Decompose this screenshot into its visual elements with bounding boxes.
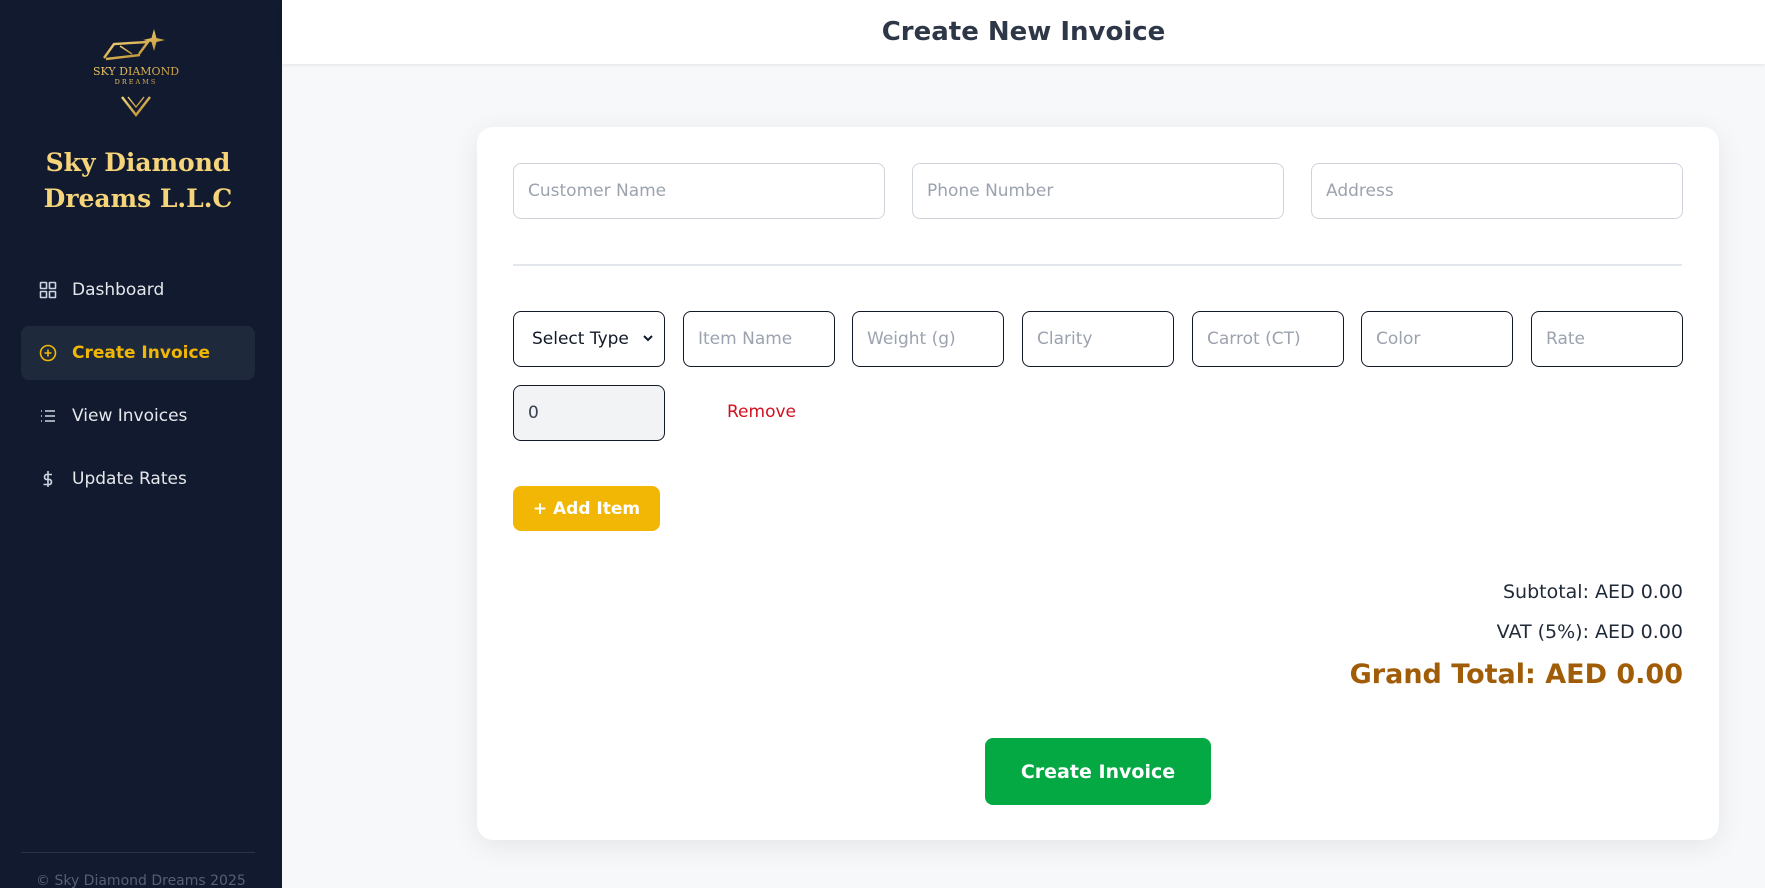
sidebar-item-view-invoices[interactable]: View Invoices: [21, 389, 255, 443]
page-header: Create New Invoice: [282, 0, 1765, 64]
dollar-icon: [39, 470, 57, 488]
create-invoice-button[interactable]: Create Invoice: [985, 738, 1211, 805]
item-type-selected-value: Select Type: [532, 329, 629, 349]
brand-name: Sky Diamond Dreams L.L.C: [0, 145, 276, 217]
sidebar-nav: Dashboard Create Invoice View Invoices U…: [21, 263, 255, 515]
grand-total-text: Grand Total: AED 0.00: [1349, 659, 1683, 690]
address-input[interactable]: [1311, 163, 1683, 219]
clarity-input[interactable]: [1022, 311, 1174, 367]
item-name-input[interactable]: [683, 311, 835, 367]
plus-circle-icon: [39, 344, 57, 362]
sidebar-item-label: View Invoices: [72, 406, 188, 426]
brand-line-2: Dreams L.L.C: [43, 184, 233, 213]
sidebar: SKY DIAMOND DREAMS Sky Diamond Dreams L.…: [0, 0, 282, 888]
sidebar-item-create-invoice[interactable]: Create Invoice: [21, 326, 255, 380]
list-icon: [39, 407, 57, 425]
logo-subtext: DREAMS: [115, 78, 158, 86]
subtotal-text: Subtotal: AED 0.00: [1502, 581, 1683, 603]
item-type-select[interactable]: Select Type: [513, 311, 665, 367]
dashboard-grid-icon: [39, 281, 57, 299]
sidebar-item-dashboard[interactable]: Dashboard: [21, 263, 255, 317]
phone-number-input[interactable]: [912, 163, 1284, 219]
invoice-form-card: Select Type Remove + Add Item Subtotal: …: [477, 127, 1719, 840]
sidebar-item-update-rates[interactable]: Update Rates: [21, 452, 255, 506]
customer-name-input[interactable]: [513, 163, 885, 219]
item-amount-field: [513, 385, 665, 441]
brand-line-1: Sky Diamond: [45, 148, 231, 177]
chevron-down-icon: [642, 329, 654, 349]
logo-text: SKY DIAMOND: [93, 65, 179, 78]
carrot-input[interactable]: [1192, 311, 1344, 367]
sidebar-divider: [21, 852, 255, 853]
page-title: Create New Invoice: [881, 17, 1166, 47]
remove-item-button[interactable]: Remove: [727, 402, 796, 422]
company-logo: SKY DIAMOND DREAMS: [92, 27, 180, 119]
sidebar-item-label: Update Rates: [72, 469, 187, 489]
weight-input[interactable]: [852, 311, 1004, 367]
sidebar-footer: © Sky Diamond Dreams 2025: [36, 873, 246, 888]
vat-text: VAT (5%): AED 0.00: [1496, 621, 1683, 643]
form-divider: [513, 264, 1682, 266]
sidebar-item-label: Dashboard: [72, 280, 165, 300]
color-input[interactable]: [1361, 311, 1513, 367]
sidebar-item-label: Create Invoice: [72, 343, 211, 363]
rate-input[interactable]: [1531, 311, 1683, 367]
add-item-button[interactable]: + Add Item: [513, 486, 660, 531]
